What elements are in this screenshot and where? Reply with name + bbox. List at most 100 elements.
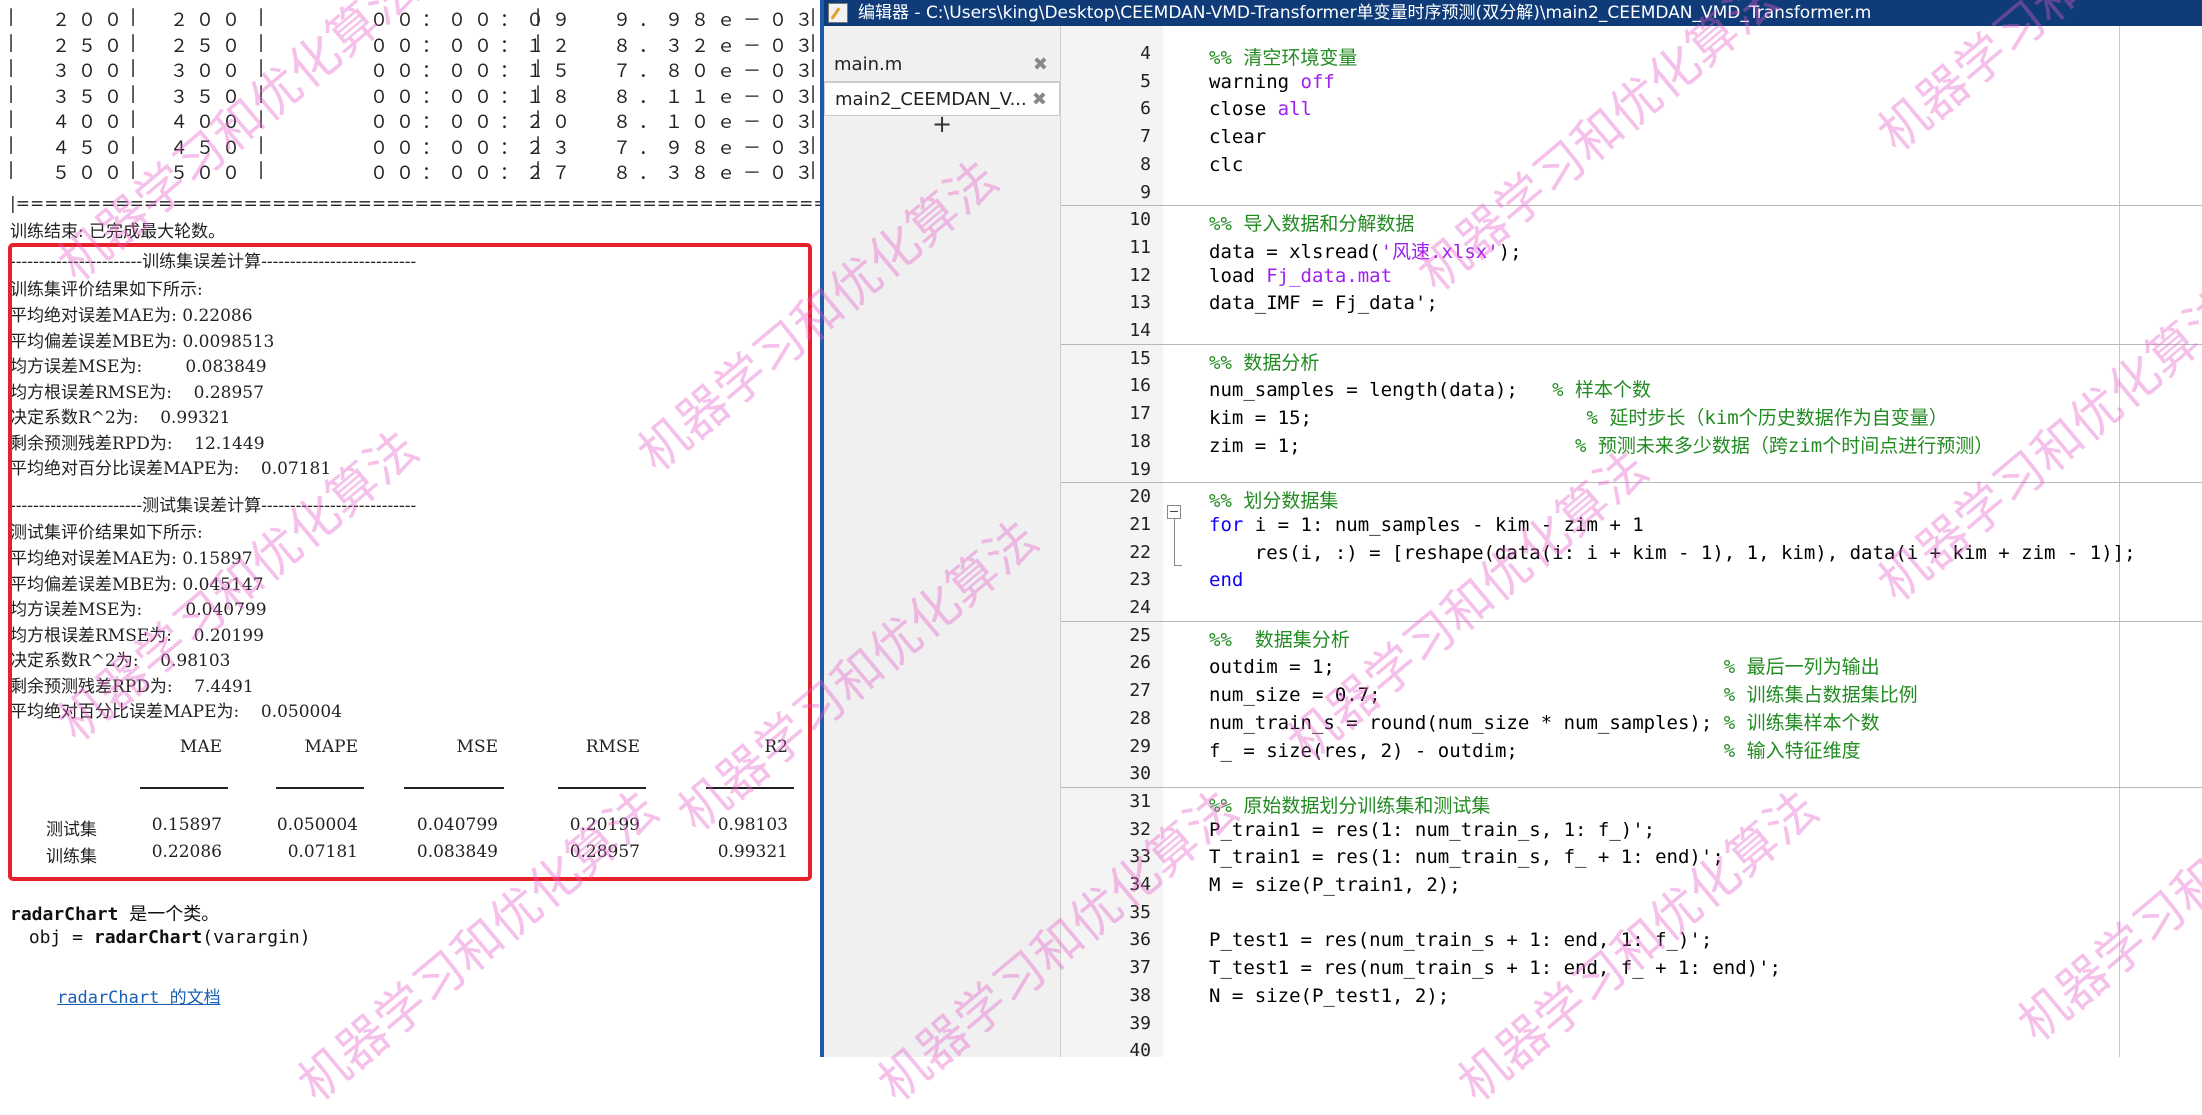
- line-number: 17: [1129, 403, 1151, 425]
- table-cell: ７．８０ｅ－０３: [613, 61, 820, 82]
- table-cell: ８．１１ｅ－０３: [613, 86, 820, 108]
- code-editor[interactable]: 4 5 6 7 8 9 10 11 12 13 14 15 16 17 18 19 20 21 22 23 24 25 26…: [1061, 26, 2202, 1061]
- table-cell: ４００: [170, 112, 248, 133]
- line-number: 4: [1140, 43, 1151, 64]
- table-cell: ７．９８ｅ－０３: [613, 137, 820, 159]
- code-line: %% 划分数据集: [1209, 486, 1338, 513]
- line-number: 26: [1129, 652, 1151, 674]
- table-cell: ３５０: [52, 86, 130, 108]
- table-cell: ２５０: [52, 35, 130, 57]
- collapse-icon[interactable]: [1167, 505, 1181, 519]
- table-cell: ９．９８ｅ－０３: [613, 10, 820, 31]
- table-pipe: |: [8, 133, 23, 155]
- code-line: res(i, :) = [reshape(data(i: i + kim - 1…: [1209, 542, 2136, 564]
- doc-link[interactable]: radarChart 的文档: [57, 983, 221, 1008]
- code-line: %% 清空环境变量: [1209, 43, 1357, 70]
- code-line: end: [1209, 569, 1243, 591]
- tab-main-m[interactable]: main.m ✖: [824, 48, 1060, 82]
- code-line: data_IMF = Fj_data';: [1209, 292, 1438, 314]
- close-icon[interactable]: ✖: [1033, 48, 1048, 82]
- line-number: 13: [1129, 292, 1151, 314]
- line-number: 14: [1129, 320, 1151, 341]
- line-number: 5: [1140, 70, 1151, 92]
- training-done-text: 训练结束: 已完成最大轮数。: [10, 222, 226, 242]
- line-number: 37: [1129, 957, 1151, 979]
- help-class-name: radarChart: [10, 904, 119, 925]
- code-line: T_test1 = res(num_train_s + 1: end, f_ +…: [1209, 957, 1781, 979]
- code-string: '风速.xlsx': [1380, 240, 1499, 263]
- code-text: num_size = 0.7;: [1209, 684, 1724, 707]
- line-number: 16: [1129, 375, 1151, 397]
- code-comment: % 输入特征维度: [1723, 739, 1861, 762]
- help-class-desc: 是一个类。: [118, 904, 220, 925]
- code-text: load: [1209, 264, 1267, 287]
- editor-window: 编辑器 - C:\Users\king\Desktop\CEEMDAN-VMD-…: [824, 0, 2202, 1061]
- code-string: all: [1277, 98, 1312, 121]
- line-number: 34: [1129, 874, 1151, 895]
- table-pipe: |: [258, 159, 273, 180]
- line-number: 30: [1129, 763, 1151, 785]
- table-cell: ２００: [52, 10, 130, 31]
- add-tab-button[interactable]: +: [930, 112, 954, 136]
- command-window[interactable]: |||||２００２００００：００：０９９．９８ｅ－０３|||||２５０２５０００…: [0, 0, 820, 1057]
- code-line: clear: [1209, 126, 1266, 148]
- section-divider: [1061, 482, 2202, 484]
- code-comment: % 预测未来多少数据（跨zim个时间点进行预测）: [1575, 434, 1994, 457]
- table-cell: ００：００：２０: [370, 112, 578, 133]
- code-text: zim = 1;: [1209, 434, 1576, 457]
- line-number: 25: [1129, 624, 1151, 646]
- line-number: 18: [1129, 430, 1151, 452]
- code-line: %% 数据分析: [1209, 348, 1319, 375]
- table-cell: ４５０: [52, 137, 130, 159]
- code-text: f_ = size(res, 2) - outdim;: [1209, 739, 1724, 762]
- code-comment: %% 数据集分析: [1209, 628, 1350, 651]
- code-text: clc: [1209, 153, 1244, 176]
- line-number: 8: [1140, 153, 1151, 175]
- code-line: outdim = 1; % 最后一列为输出: [1209, 652, 1880, 679]
- line-number: 10: [1129, 209, 1151, 231]
- code-line: num_size = 0.7; % 训练集占数据集比例: [1209, 680, 1918, 707]
- code-text: T_train1 = res(1: num_train_s, f_ + 1: e…: [1209, 846, 1724, 869]
- code-comment: % 最后一列为输出: [1723, 656, 1880, 679]
- line-number: 31: [1129, 790, 1151, 812]
- code-text: i = 1: num_samples - kim - zim + 1: [1254, 513, 1644, 536]
- code-line: N = size(P_test1, 2);: [1209, 985, 1449, 1007]
- table-pipe: |: [130, 108, 145, 129]
- close-icon[interactable]: ✖: [1032, 83, 1047, 117]
- line-number: 24: [1129, 597, 1151, 618]
- code-text: T_test1 = res(num_train_s + 1: end, f_ +…: [1209, 957, 1781, 980]
- table-pipe: |: [258, 31, 273, 53]
- line-number: 39: [1129, 1012, 1151, 1034]
- table-cell: ００：００：１８: [370, 86, 578, 108]
- code-line: %% 导入数据和分解数据: [1209, 209, 1414, 236]
- highlight-box: [8, 243, 812, 881]
- line-number: 6: [1140, 98, 1151, 120]
- code-line: num_train_s = round(num_size * num_sampl…: [1209, 708, 1880, 735]
- table-cell: ００：００：２７: [370, 163, 578, 184]
- code-line: P_train1 = res(1: num_train_s, 1: f_)';: [1209, 819, 1655, 841]
- code-text: warning: [1209, 70, 1301, 93]
- help-sig-prefix: obj =: [18, 927, 94, 948]
- table-pipe: |: [258, 82, 273, 104]
- tab-label: main.m: [834, 54, 903, 75]
- table-pipe: |: [130, 82, 145, 104]
- section-divider: [1061, 786, 2202, 788]
- code-comment: % 训练集占数据集比例: [1723, 684, 1918, 707]
- code-comment: %% 数据分析: [1209, 351, 1320, 374]
- line-number: 12: [1129, 264, 1151, 286]
- line-number: 36: [1129, 929, 1151, 951]
- code-line: %% 原始数据划分训练集和测试集: [1209, 791, 1490, 818]
- code-line: warning off: [1209, 71, 1335, 93]
- line-number: 19: [1129, 458, 1151, 480]
- fold-column: [1163, 26, 1183, 1057]
- table-pipe: |: [130, 31, 145, 53]
- table-pipe: |: [130, 159, 145, 180]
- code-line: %% 数据集分析: [1209, 625, 1350, 652]
- code-text: );: [1498, 240, 1522, 263]
- code-text: data_IMF = Fj_data';: [1209, 292, 1438, 315]
- line-number: 22: [1129, 541, 1151, 563]
- line-number: 20: [1129, 486, 1151, 508]
- code-text: num_samples = length(data);: [1209, 379, 1553, 402]
- line-number: 33: [1129, 846, 1151, 868]
- line-number-gutter: 4 5 6 7 8 9 10 11 12 13 14 15 16 17 18 19 20 21 22 23 24 25 26…: [1061, 26, 1164, 1061]
